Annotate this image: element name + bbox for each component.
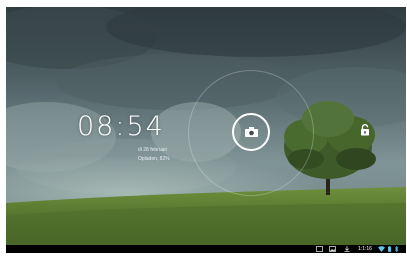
unlock-icon [361,124,369,136]
camera-icon [244,127,258,137]
lockscreen-date: di 28 februari [138,147,168,153]
camera-unlock-button[interactable] [232,113,270,151]
screenshot-icon[interactable] [316,246,323,252]
system-clock: 1:1:16 [358,246,372,252]
unlock-button[interactable] [354,119,376,141]
charging-status: Opladen, 82% [138,156,170,162]
gallery-icon[interactable] [329,246,336,252]
lockscreen-clock: 08:54 [77,111,165,142]
battery-icon [388,246,391,252]
bluetooth-icon [394,246,399,252]
wifi-icon [378,246,385,252]
system-bar: 1:1:16 [6,245,406,253]
tablet-lockscreen: 08:54 di 28 februari Opladen, 82% 1:1:16 [6,7,406,253]
download-icon[interactable] [344,246,350,252]
